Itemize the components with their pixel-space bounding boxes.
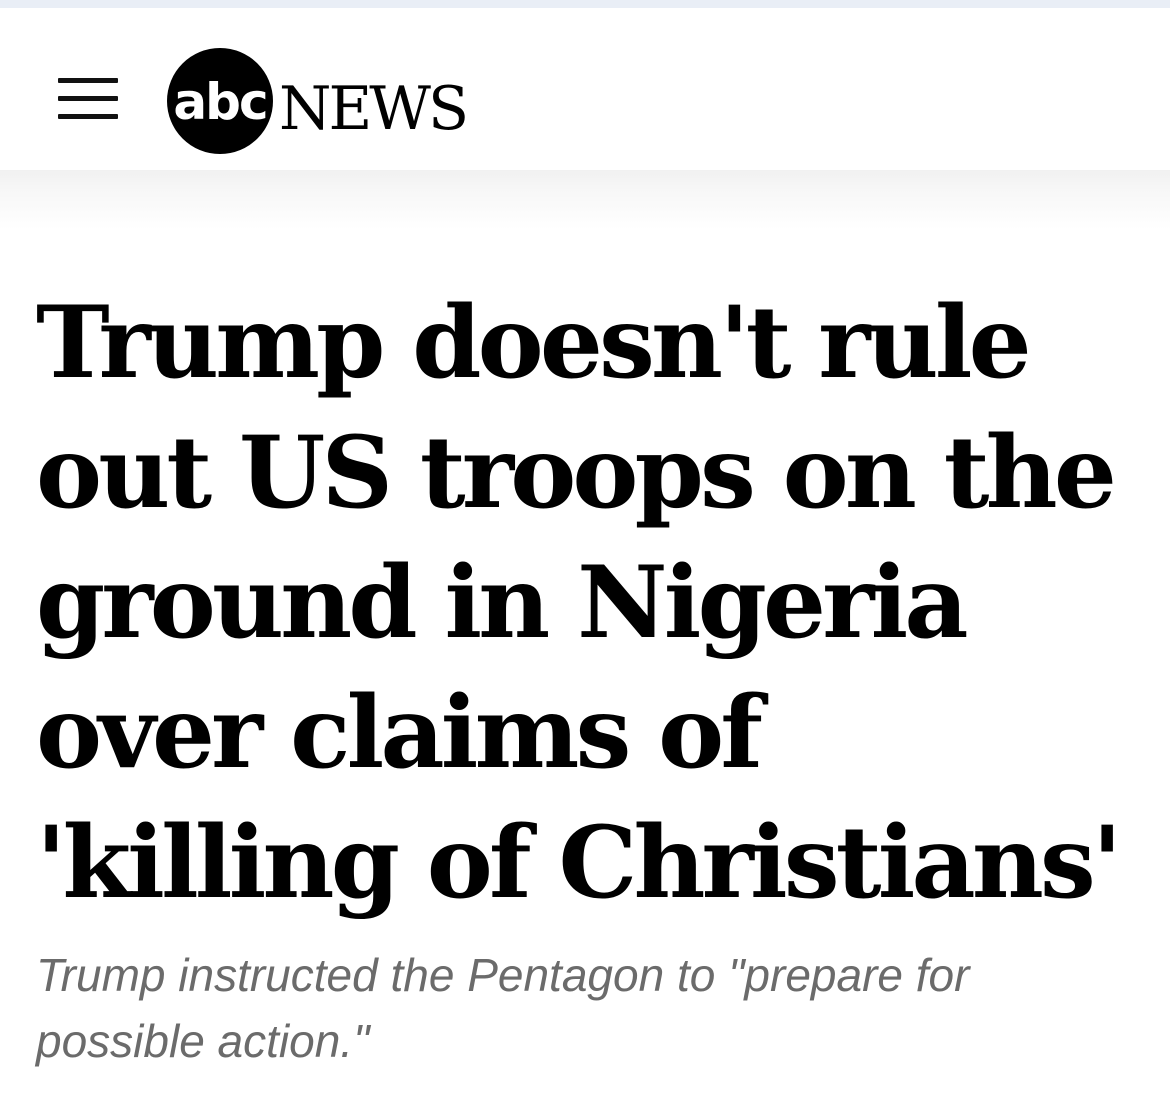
- abc-news-logo[interactable]: abc NEWS: [167, 48, 497, 154]
- site-header: abc NEWS: [0, 8, 1170, 170]
- header-shadow: [0, 170, 1170, 230]
- menu-bar: [58, 96, 118, 101]
- abc-news-logo-graphic: abc NEWS: [167, 48, 469, 154]
- article-subheadline: Trump instructed the Pentagon to "prepar…: [36, 949, 970, 1067]
- article-headline: Trump doesn't rule out US troops on the …: [36, 285, 1122, 921]
- news-logo-text: NEWS: [279, 74, 466, 144]
- menu-bar: [58, 114, 118, 119]
- hamburger-menu-icon[interactable]: [58, 78, 120, 124]
- top-strip: [0, 0, 1170, 8]
- abc-logo-text: abc: [173, 73, 266, 131]
- menu-bar: [58, 78, 118, 83]
